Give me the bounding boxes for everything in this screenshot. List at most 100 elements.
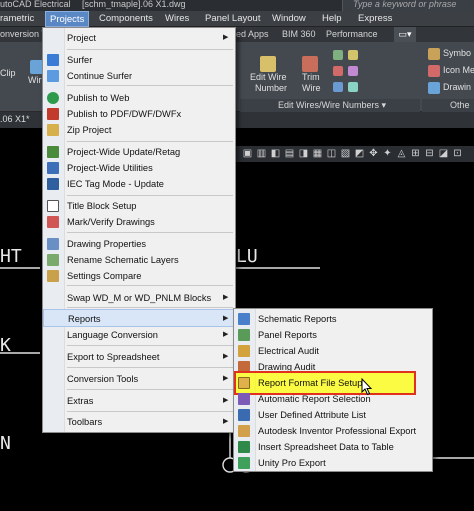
menu-item-continue-surfer[interactable]: Continue Surfer: [43, 67, 235, 85]
toolbar-icon-16[interactable]: ⊡: [452, 148, 463, 159]
toolbar-icon-14[interactable]: ⊟: [424, 148, 435, 159]
drawing-button[interactable]: Drawin: [443, 82, 471, 93]
menu-express[interactable]: Express: [354, 11, 396, 27]
menu-window[interactable]: Window: [268, 11, 310, 27]
title-bar: utoCAD Electrical [schm_tmaple].06 X1.dw…: [0, 0, 474, 11]
wire-tool-icon-4[interactable]: [348, 50, 358, 60]
spreadsheet-table-icon: [238, 441, 250, 453]
menu-item-mark-verify[interactable]: Mark/Verify Drawings: [43, 213, 235, 231]
symbol-icon: [428, 48, 440, 60]
toolbar-icon-11[interactable]: ✦: [382, 148, 393, 159]
menu-panel-layout[interactable]: Panel Layout: [201, 11, 264, 27]
drawing-icon: [428, 82, 440, 94]
menu-separator: [67, 285, 233, 286]
menu-item-extras[interactable]: Extras ▶: [43, 392, 235, 410]
group-other[interactable]: Othe: [422, 99, 474, 112]
toolbar-icon-15[interactable]: ◪: [438, 148, 449, 159]
menu-item-toolbars[interactable]: Toolbars ▶: [43, 413, 235, 431]
icon-menu-button[interactable]: Icon Me: [443, 65, 474, 76]
menu-item-language-conversion[interactable]: Language Conversion ▶: [43, 326, 235, 344]
trim-wire-button[interactable]: Trim: [302, 72, 320, 83]
menu-separator: [67, 85, 233, 86]
ribbon-options-icon[interactable]: ▭▾: [394, 27, 416, 42]
menu-item-settings-compare[interactable]: Settings Compare: [43, 267, 235, 285]
canvas-text-n: N: [0, 433, 11, 454]
submenu-arrow-icon: ▶: [223, 353, 229, 360]
toolbar-icon-12[interactable]: ◬: [396, 148, 407, 159]
menu-item-reports[interactable]: Reports ▶: [43, 309, 235, 327]
toolbar-icon-1[interactable]: ▣: [242, 148, 253, 159]
submenu-arrow-icon: ▶: [223, 418, 229, 425]
inventor-export-icon: [238, 425, 250, 437]
menu-item-conversion-tools[interactable]: Conversion Tools ▶: [43, 370, 235, 388]
unity-export-icon: [238, 457, 250, 469]
iec-icon: [47, 178, 59, 190]
clip-button[interactable]: Clip: [0, 68, 16, 79]
menu-separator: [67, 389, 233, 390]
wire-button[interactable]: Wir: [28, 75, 42, 86]
search-input[interactable]: Type a keyword or phrase: [342, 0, 474, 11]
menu-parametric[interactable]: rametric: [0, 11, 38, 27]
menu-separator: [67, 367, 233, 368]
edit-wire-number-icon: [260, 56, 276, 72]
toolbar-icon-2[interactable]: ▥: [256, 148, 267, 159]
submenu-arrow-icon: ▶: [223, 34, 229, 41]
symbol-builder-button[interactable]: Symbo: [443, 48, 471, 59]
menu-separator: [67, 307, 233, 308]
tab-featured-apps[interactable]: ed Apps: [236, 27, 269, 42]
menu-item-project[interactable]: Project ▶: [43, 29, 235, 47]
submenu-arrow-icon: ▶: [223, 397, 229, 404]
group-edit-wires[interactable]: Edit Wires/Wire Numbers ▾: [240, 99, 420, 112]
utilities-icon: [47, 162, 59, 174]
edit-wire-number-button[interactable]: Edit Wire: [250, 72, 287, 83]
tab-performance[interactable]: Performance: [326, 27, 378, 42]
electrical-audit-icon: [238, 345, 250, 357]
wire-tool-icon-1[interactable]: [333, 50, 343, 60]
toolbar-icon-4[interactable]: ▤: [284, 148, 295, 159]
zip-icon: [47, 124, 59, 136]
publish-web-icon: [47, 92, 59, 104]
menu-help[interactable]: Help: [318, 11, 346, 27]
menu-separator: [67, 49, 233, 50]
settings-compare-icon: [47, 270, 59, 282]
menu-separator: [67, 345, 233, 346]
wire-tool-icon-3[interactable]: [333, 82, 343, 92]
menu-item-iec-tag-mode[interactable]: IEC Tag Mode - Update: [43, 175, 235, 193]
surfer-continue-icon: [47, 70, 59, 82]
schematic-reports-icon: [238, 313, 250, 325]
menu-separator: [67, 232, 233, 233]
reports-submenu: Schematic Reports Panel Reports Electric…: [233, 308, 433, 472]
mouse-pointer-icon: [361, 378, 373, 396]
move-icon[interactable]: ✥: [368, 148, 379, 159]
menu-wires[interactable]: Wires: [161, 11, 193, 27]
drawing-tab-current[interactable]: .06 X1*: [0, 114, 30, 124]
rename-layers-icon: [47, 254, 59, 266]
tab-bim360[interactable]: BIM 360: [282, 27, 316, 42]
wire-tool-icon-6[interactable]: [348, 82, 358, 92]
canvas-text-lu: LU: [236, 246, 258, 267]
menu-item-swap-blocks[interactable]: Swap WD_M or WD_PNLM Blocks ▶: [43, 289, 235, 307]
file-title: [schm_tmaple].06 X1.dwg: [82, 0, 186, 9]
update-icon: [47, 146, 59, 158]
toolbar-icon-6[interactable]: ▦: [312, 148, 323, 159]
toolbar-icon-8[interactable]: ▧: [340, 148, 351, 159]
wire-tool-icon-5[interactable]: [348, 66, 358, 76]
toolbar-icon-3[interactable]: ◧: [270, 148, 281, 159]
menu-projects[interactable]: Projects: [45, 11, 90, 27]
toolbar-icon-9[interactable]: ◩: [354, 148, 365, 159]
wire-tool-icon-2[interactable]: [333, 66, 343, 76]
publish-pdf-icon: [47, 108, 59, 120]
edit-wire-number-label-2: Number: [255, 83, 288, 93]
menu-components[interactable]: Components: [95, 11, 157, 27]
menu-item-export-spreadsheet[interactable]: Export to Spreadsheet ▶: [43, 348, 235, 366]
menu-item-zip-project[interactable]: Zip Project: [43, 121, 235, 139]
toolbar-icon-5[interactable]: ◨: [298, 148, 309, 159]
toolbar-icon-13[interactable]: ⊞: [410, 148, 421, 159]
menu-item-unity-pro-export[interactable]: Unity Pro Export: [234, 454, 432, 472]
menu-separator: [67, 195, 233, 196]
menu-separator: [67, 411, 233, 412]
attribute-list-icon: [238, 409, 250, 421]
toolbar-icon-7[interactable]: ◫: [326, 148, 337, 159]
mark-verify-icon: [47, 216, 59, 228]
app-title: utoCAD Electrical: [0, 0, 71, 9]
